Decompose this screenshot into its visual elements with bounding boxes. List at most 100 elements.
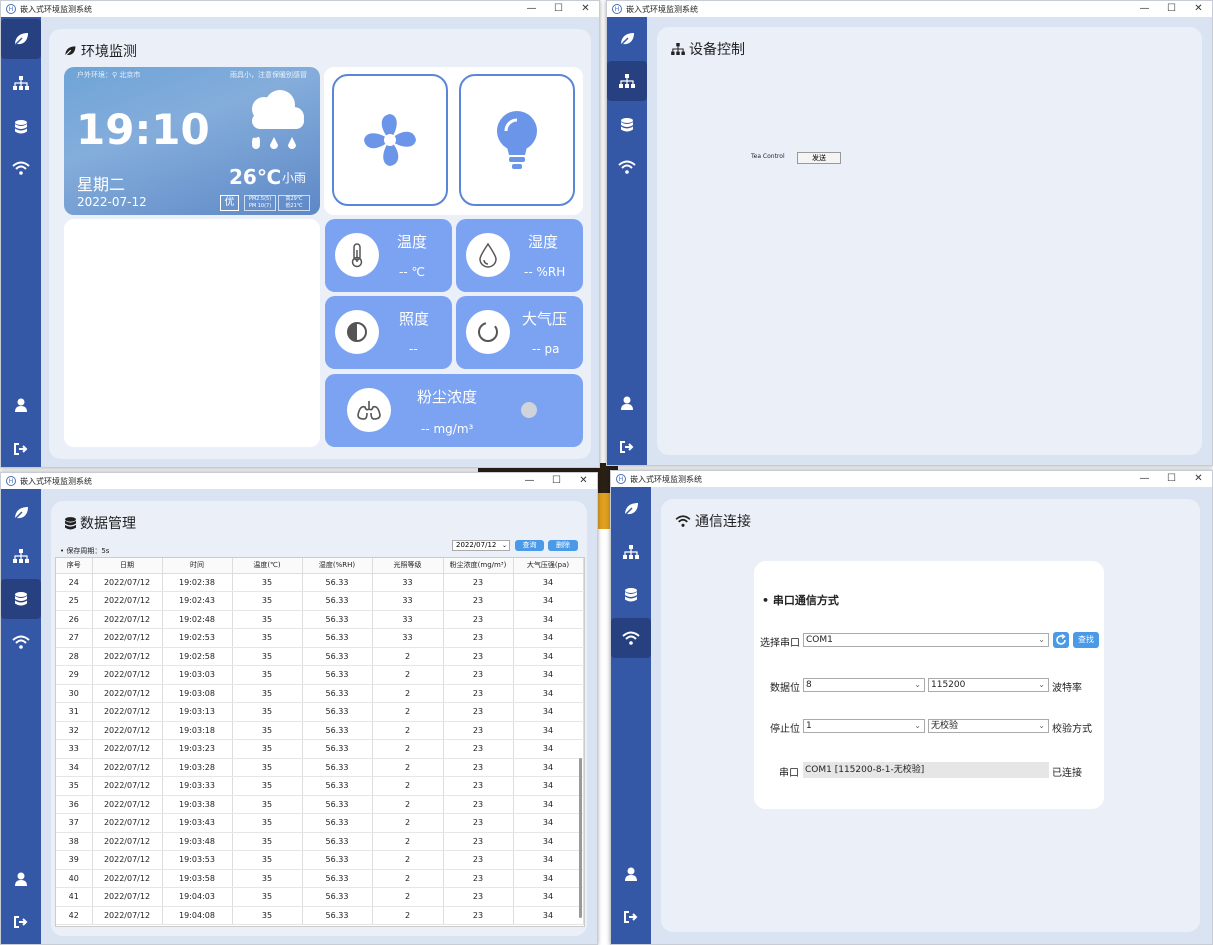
close-button[interactable]: ✕ (1185, 471, 1212, 487)
nav-user[interactable] (1, 385, 41, 425)
databits-select[interactable]: 8 ⌄ (803, 678, 925, 692)
send-button[interactable]: 发送 (797, 152, 841, 164)
minimize-button[interactable]: — (518, 1, 545, 17)
refresh-button[interactable] (1053, 632, 1069, 648)
maximize-button[interactable]: ☐ (1158, 1, 1185, 17)
nav-comm[interactable] (1, 148, 41, 188)
table-row[interactable]: 42 2022/07/12 19:04:08 35 56.33 2 23 34 (56, 906, 584, 925)
nav-device[interactable] (611, 532, 651, 572)
nav-logout[interactable] (611, 897, 651, 937)
close-button[interactable]: ✕ (1185, 1, 1212, 17)
nav-env[interactable] (1, 493, 41, 533)
page-title: 数据管理 (65, 513, 136, 533)
table-cell: 34 (513, 832, 584, 851)
table-row[interactable]: 33 2022/07/12 19:03:23 35 56.33 2 23 34 (56, 739, 584, 759)
database-icon (65, 516, 76, 529)
nav-env[interactable] (1, 19, 41, 59)
table-row[interactable]: 25 2022/07/12 19:02:43 35 56.33 33 23 34 (56, 591, 584, 611)
nav-comm[interactable] (611, 618, 651, 658)
table-cell: 35 (232, 887, 303, 907)
table-row[interactable]: 31 2022/07/12 19:03:13 35 56.33 2 23 34 (56, 702, 584, 722)
save-period: • 保存周期：5s (60, 547, 110, 555)
nav-env[interactable] (611, 489, 651, 529)
titlebar[interactable]: H 嵌入式环境监测系统 — ☐ ✕ (1, 473, 597, 489)
lamp-button[interactable] (459, 74, 575, 206)
col-header[interactable]: 大气压强(pa) (513, 558, 584, 574)
maximize-button[interactable]: ☐ (545, 1, 572, 17)
water-drop-icon (466, 233, 510, 277)
col-header[interactable]: 粉尘浓度(mg/m³) (443, 558, 514, 574)
table-row[interactable]: 34 2022/07/12 19:03:28 35 56.33 2 23 34 (56, 758, 584, 777)
table-row[interactable]: 37 2022/07/12 19:03:43 35 56.33 2 23 34 (56, 813, 584, 833)
leaf-icon (14, 507, 28, 520)
parity-select[interactable]: 无校验 ⌄ (928, 719, 1049, 733)
col-header[interactable]: 时间 (162, 558, 233, 574)
table-row[interactable]: 35 2022/07/12 19:03:33 35 56.33 2 23 34 (56, 776, 584, 796)
col-header[interactable]: 光照等级 (372, 558, 444, 574)
close-button[interactable]: ✕ (570, 473, 597, 489)
thermometer-icon (335, 233, 379, 277)
leaf-icon (620, 33, 634, 46)
search-port-button[interactable]: 查找 (1073, 632, 1099, 648)
fan-button[interactable] (332, 74, 448, 206)
table-row[interactable]: 41 2022/07/12 19:04:03 35 56.33 2 23 34 (56, 887, 584, 907)
nav-comm[interactable] (607, 147, 647, 187)
table-row[interactable]: 30 2022/07/12 19:03:08 35 56.33 2 23 34 (56, 684, 584, 703)
table-row[interactable]: 32 2022/07/12 19:03:18 35 56.33 2 23 34 (56, 721, 584, 740)
nav-user[interactable] (607, 383, 647, 423)
humidity-card: 湿度 -- %RH (456, 219, 583, 292)
nav-data[interactable] (1, 107, 41, 147)
lightbulb-icon (497, 111, 537, 169)
chevron-down-icon: ⌄ (1038, 680, 1045, 689)
minimize-button[interactable]: — (1131, 1, 1158, 17)
delete-button[interactable]: 删除 (548, 540, 578, 551)
table-row[interactable]: 39 2022/07/12 19:03:53 35 56.33 2 23 34 (56, 850, 584, 870)
minimize-button[interactable]: — (1131, 471, 1158, 487)
nav-data[interactable] (1, 579, 41, 619)
col-header[interactable]: 日期 (92, 558, 163, 574)
titlebar[interactable]: H 嵌入式环境监测系统 — ☐ ✕ (1, 1, 599, 17)
nav-device[interactable] (1, 63, 41, 103)
nav-device[interactable] (1, 536, 41, 576)
nav-data[interactable] (611, 575, 651, 615)
nav-logout[interactable] (1, 902, 41, 942)
nav-device[interactable] (607, 61, 647, 101)
table-row[interactable]: 28 2022/07/12 19:02:58 35 56.33 2 23 34 (56, 647, 584, 666)
table-row[interactable]: 24 2022/07/12 19:02:38 35 56.33 33 23 34 (56, 573, 584, 592)
table-row[interactable]: 29 2022/07/12 19:03:03 35 56.33 2 23 34 (56, 665, 584, 685)
leaf-icon (14, 33, 28, 46)
col-header[interactable]: 温度(℃) (232, 558, 303, 574)
page-title-text: 通信连接 (695, 514, 751, 530)
maximize-button[interactable]: ☐ (1158, 471, 1185, 487)
nav-data[interactable] (607, 105, 647, 145)
nav-env[interactable] (607, 19, 647, 59)
table-row[interactable]: 26 2022/07/12 19:02:48 35 56.33 33 23 34 (56, 610, 584, 629)
baud-select[interactable]: 115200 ⌄ (928, 678, 1049, 692)
col-header[interactable]: 湿度(%RH) (302, 558, 373, 574)
table-row[interactable]: 38 2022/07/12 19:03:48 35 56.33 2 23 34 (56, 832, 584, 851)
date-picker[interactable]: 2022/07/12 ⌄ (452, 540, 510, 551)
minimize-button[interactable]: — (516, 473, 543, 489)
serial-info-field[interactable]: COM1 [115200-8-1-无校验] (803, 762, 1049, 778)
table-row[interactable]: 36 2022/07/12 19:03:38 35 56.33 2 23 34 (56, 795, 584, 814)
nav-user[interactable] (1, 859, 41, 899)
query-button[interactable]: 查询 (515, 540, 544, 551)
temp-value: -- ℃ (399, 265, 425, 279)
port-select[interactable]: COM1 ⌄ (803, 633, 1049, 647)
stopbits-label: 停止位 (770, 724, 800, 735)
table-row[interactable]: 40 2022/07/12 19:03:58 35 56.33 2 23 34 (56, 869, 584, 888)
titlebar[interactable]: H 嵌入式环境监测系统 — ☐ ✕ (607, 1, 1212, 17)
col-header[interactable]: 序号 (56, 558, 93, 574)
nav-comm[interactable] (1, 622, 41, 662)
nav-logout[interactable] (607, 427, 647, 465)
stopbits-select[interactable]: 1 ⌄ (803, 719, 925, 733)
nav-user[interactable] (611, 854, 651, 894)
table-row[interactable]: 27 2022/07/12 19:02:53 35 56.33 33 23 34 (56, 628, 584, 648)
table-cell: 2 (372, 869, 444, 888)
table-scrollbar[interactable] (579, 758, 582, 918)
maximize-button[interactable]: ☐ (543, 473, 570, 489)
titlebar[interactable]: H 嵌入式环境监测系统 — ☐ ✕ (611, 471, 1212, 487)
close-button[interactable]: ✕ (572, 1, 599, 17)
wifi-icon (622, 631, 640, 645)
nav-logout[interactable] (1, 429, 41, 467)
